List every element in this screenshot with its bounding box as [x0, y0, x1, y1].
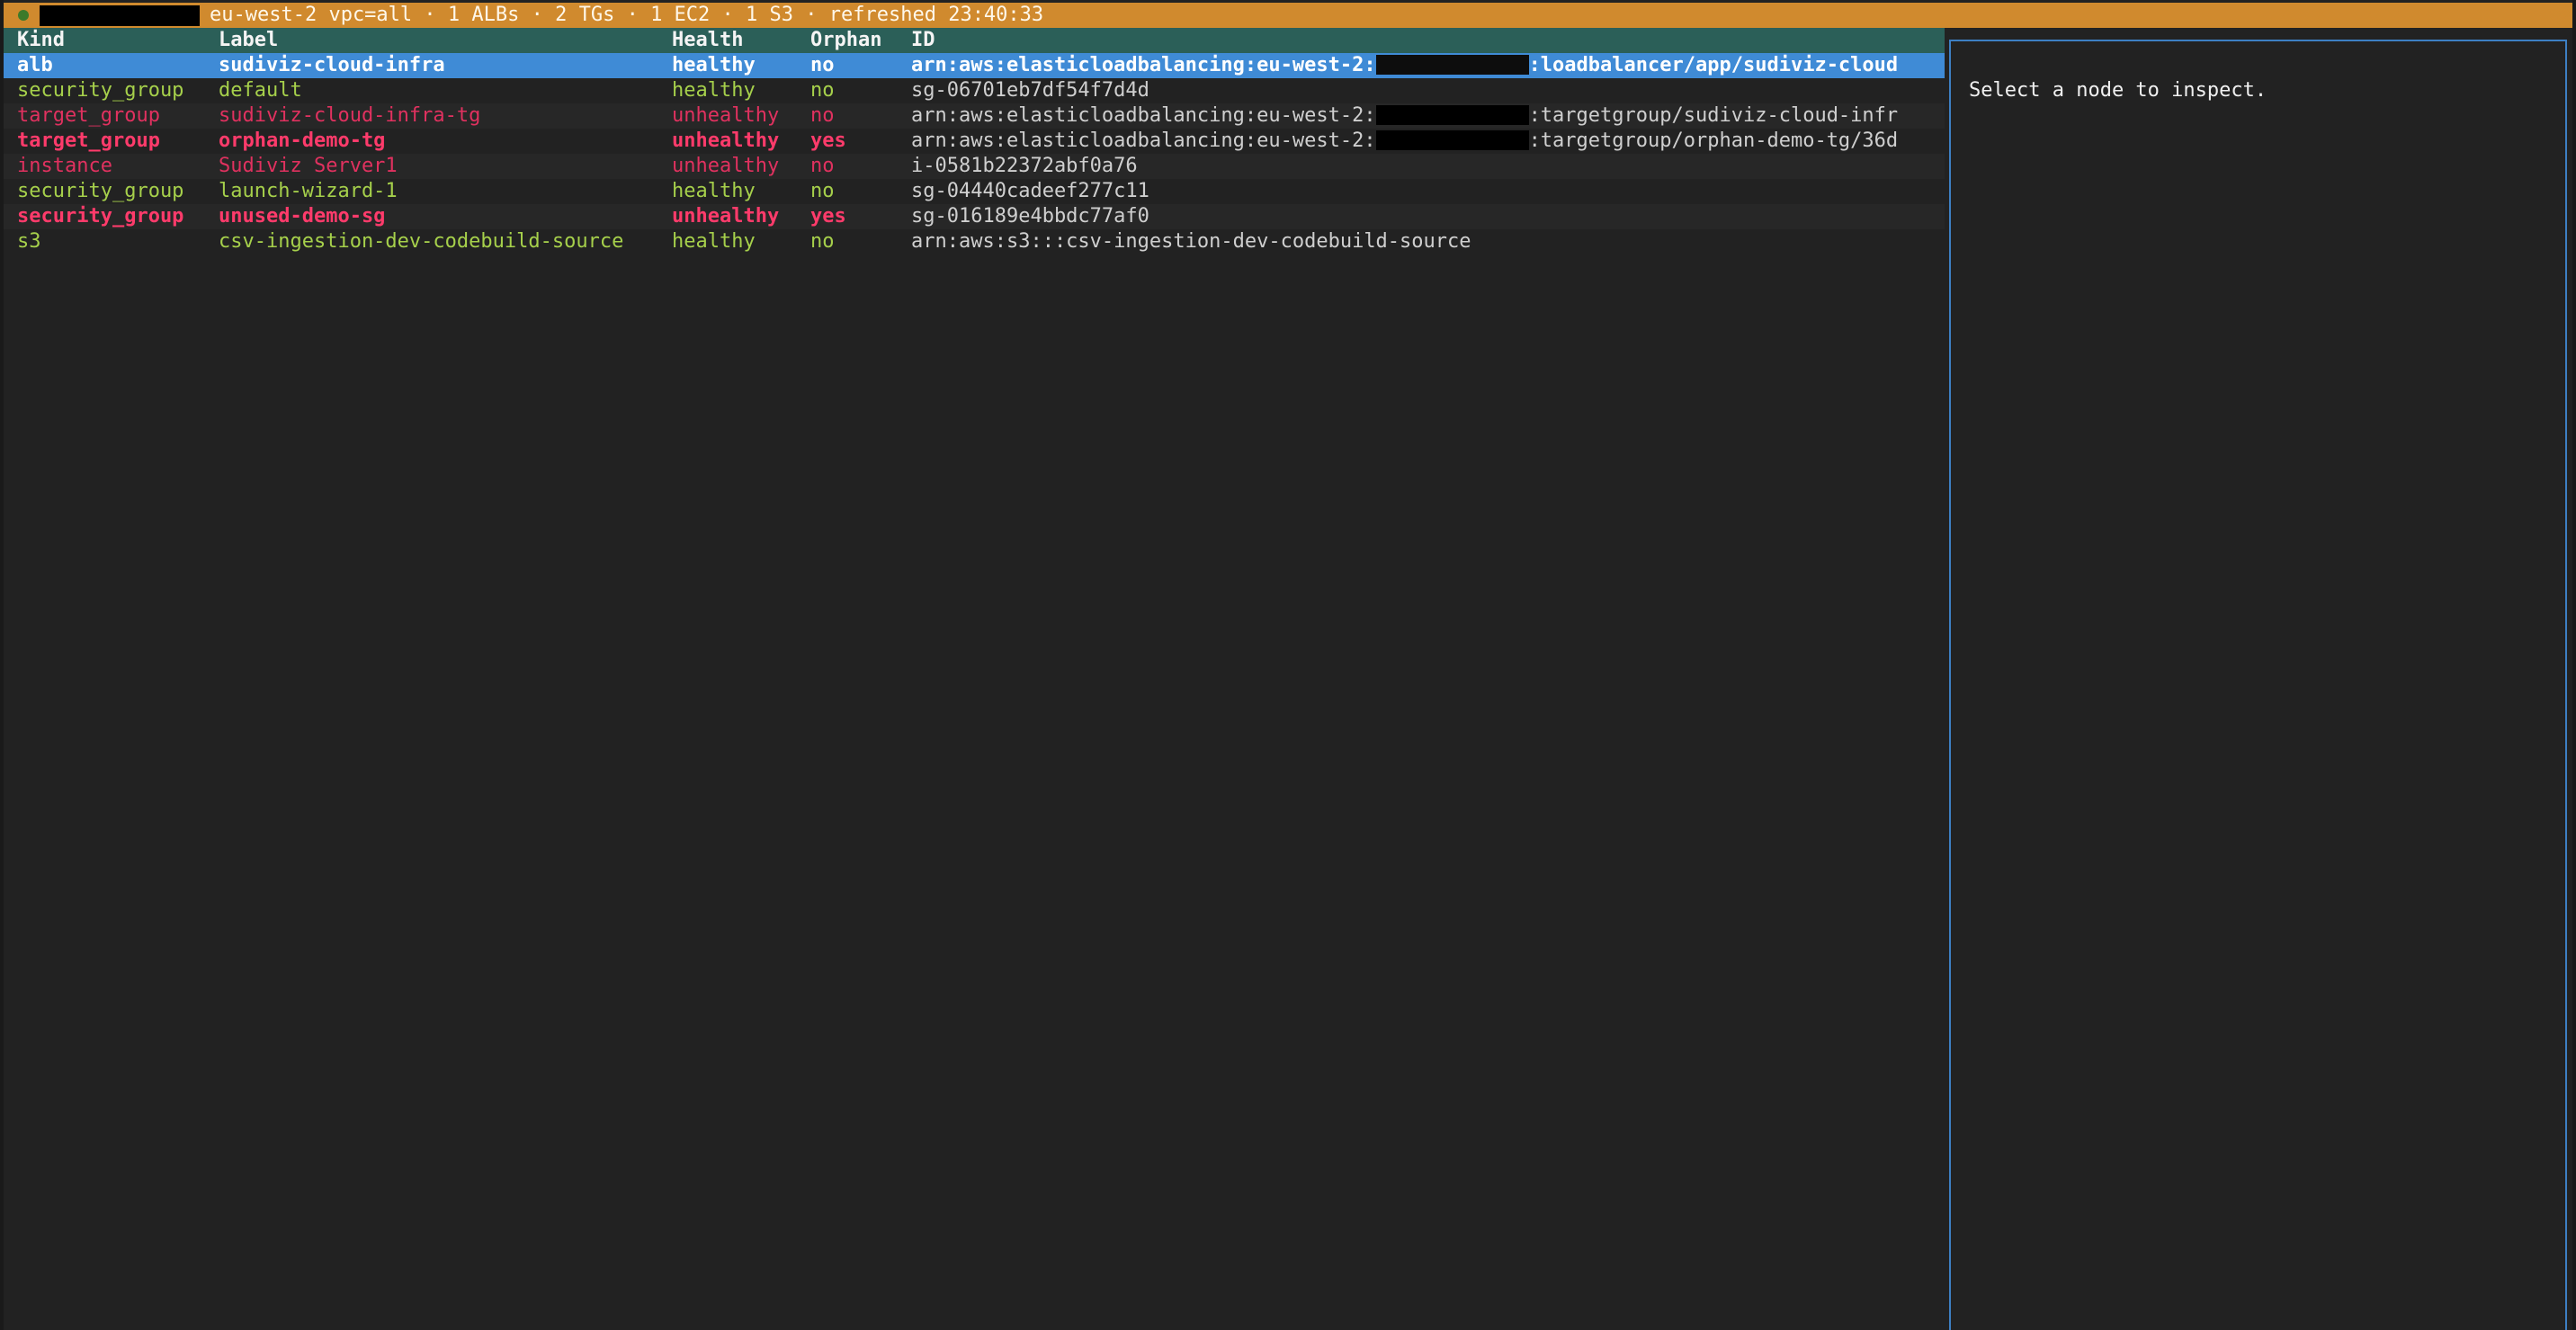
row-health: healthy: [672, 54, 756, 76]
table-row[interactable]: alb sudiviz-cloud-infra healthy no arn:a…: [4, 53, 1945, 78]
column-header-health[interactable]: Health: [672, 28, 807, 53]
table-row[interactable]: security_group default healthy no sg-067…: [4, 78, 1945, 103]
row-kind: alb: [17, 54, 53, 76]
row-id-suffix: :targetgroup/orphan-demo-tg/36d: [1528, 129, 1899, 152]
column-header-id[interactable]: ID: [911, 28, 1945, 53]
row-id: sg-04440cadeef277c11: [911, 180, 1149, 202]
status-bar: eu-west-2 vpc=all · 1 ALBs · 2 TGs · 1 E…: [4, 3, 2572, 28]
redacted-account-id: [1375, 130, 1529, 150]
row-label: unused-demo-sg: [219, 205, 386, 228]
inspector-panel[interactable]: Select a node to inspect.: [1949, 40, 2567, 1330]
row-id: sg-016189e4bbdc77af0: [911, 205, 1149, 228]
row-health: healthy: [672, 230, 756, 253]
row-orphan: yes: [810, 129, 846, 152]
row-id-suffix: :targetgroup/sudiviz-cloud-infr: [1528, 104, 1899, 127]
row-kind: security_group: [17, 180, 184, 202]
row-orphan: no: [810, 230, 835, 253]
row-health: unhealthy: [672, 129, 780, 152]
row-id-suffix: :loadbalancer/app/sudiviz-cloud: [1528, 54, 1899, 76]
row-kind: s3: [17, 230, 41, 253]
table-row[interactable]: security_group launch-wizard-1 healthy n…: [4, 179, 1945, 204]
redacted-account-id: [1375, 105, 1529, 125]
table-header: Kind Label Health Orphan ID: [4, 28, 1945, 53]
row-label: default: [219, 79, 302, 102]
window-right-edge: [2572, 0, 2576, 1330]
row-id: sg-06701eb7df54f7d4d: [911, 79, 1149, 102]
row-health: healthy: [672, 79, 756, 102]
redacted-account-id: [1375, 55, 1529, 75]
table-row[interactable]: instance Sudiviz Server1 unhealthy no i-…: [4, 154, 1945, 179]
row-orphan: yes: [810, 205, 846, 228]
row-orphan: no: [810, 155, 835, 177]
row-id-prefix: arn:aws:elasticloadbalancing:eu-west-2:: [911, 129, 1376, 152]
table-row[interactable]: security_group unused-demo-sg unhealthy …: [4, 204, 1945, 229]
table-row[interactable]: target_group orphan-demo-tg unhealthy ye…: [4, 129, 1945, 154]
row-orphan: no: [810, 54, 835, 76]
row-id: arn:aws:elasticloadbalancing:eu-west-2::…: [911, 53, 1945, 78]
row-id-prefix: arn:aws:elasticloadbalancing:eu-west-2:: [911, 104, 1376, 127]
row-id: i-0581b22372abf0a76: [911, 155, 1138, 177]
table-row[interactable]: s3 csv-ingestion-dev-codebuild-source he…: [4, 229, 1945, 254]
column-header-kind[interactable]: Kind: [17, 28, 215, 53]
row-orphan: no: [810, 104, 835, 127]
column-header-orphan[interactable]: Orphan: [810, 28, 909, 53]
row-label: csv-ingestion-dev-codebuild-source: [219, 230, 624, 253]
row-id-prefix: arn:aws:elasticloadbalancing:eu-west-2:: [911, 54, 1376, 76]
resource-table: Kind Label Health Orphan ID alb sudiviz-…: [4, 28, 1945, 1330]
row-health: healthy: [672, 180, 756, 202]
row-kind: target_group: [17, 104, 160, 127]
row-id: arn:aws:elasticloadbalancing:eu-west-2::…: [911, 129, 1945, 154]
row-orphan: no: [810, 180, 835, 202]
row-kind: security_group: [17, 205, 184, 228]
row-label: sudiviz-cloud-infra: [219, 54, 445, 76]
row-orphan: no: [810, 79, 835, 102]
row-id: arn:aws:s3:::csv-ingestion-dev-codebuild…: [911, 230, 1471, 253]
row-label: launch-wizard-1: [219, 180, 398, 202]
column-header-label[interactable]: Label: [219, 28, 668, 53]
redacted-profile-name: [40, 5, 200, 26]
row-kind: instance: [17, 155, 112, 177]
row-label: orphan-demo-tg: [219, 129, 386, 152]
table-row[interactable]: target_group sudiviz-cloud-infra-tg unhe…: [4, 103, 1945, 129]
row-health: unhealthy: [672, 205, 780, 228]
inspector-hint: Select a node to inspect.: [1969, 79, 2267, 102]
row-health: unhealthy: [672, 155, 780, 177]
row-kind: target_group: [17, 129, 160, 152]
row-id: arn:aws:elasticloadbalancing:eu-west-2::…: [911, 103, 1945, 129]
row-label: sudiviz-cloud-infra-tg: [219, 104, 481, 127]
row-health: unhealthy: [672, 104, 780, 127]
row-label: Sudiviz Server1: [219, 155, 398, 177]
status-text: eu-west-2 vpc=all · 1 ALBs · 2 TGs · 1 E…: [210, 4, 1044, 26]
row-kind: security_group: [17, 79, 184, 102]
connection-status-dot-icon: [18, 10, 29, 21]
